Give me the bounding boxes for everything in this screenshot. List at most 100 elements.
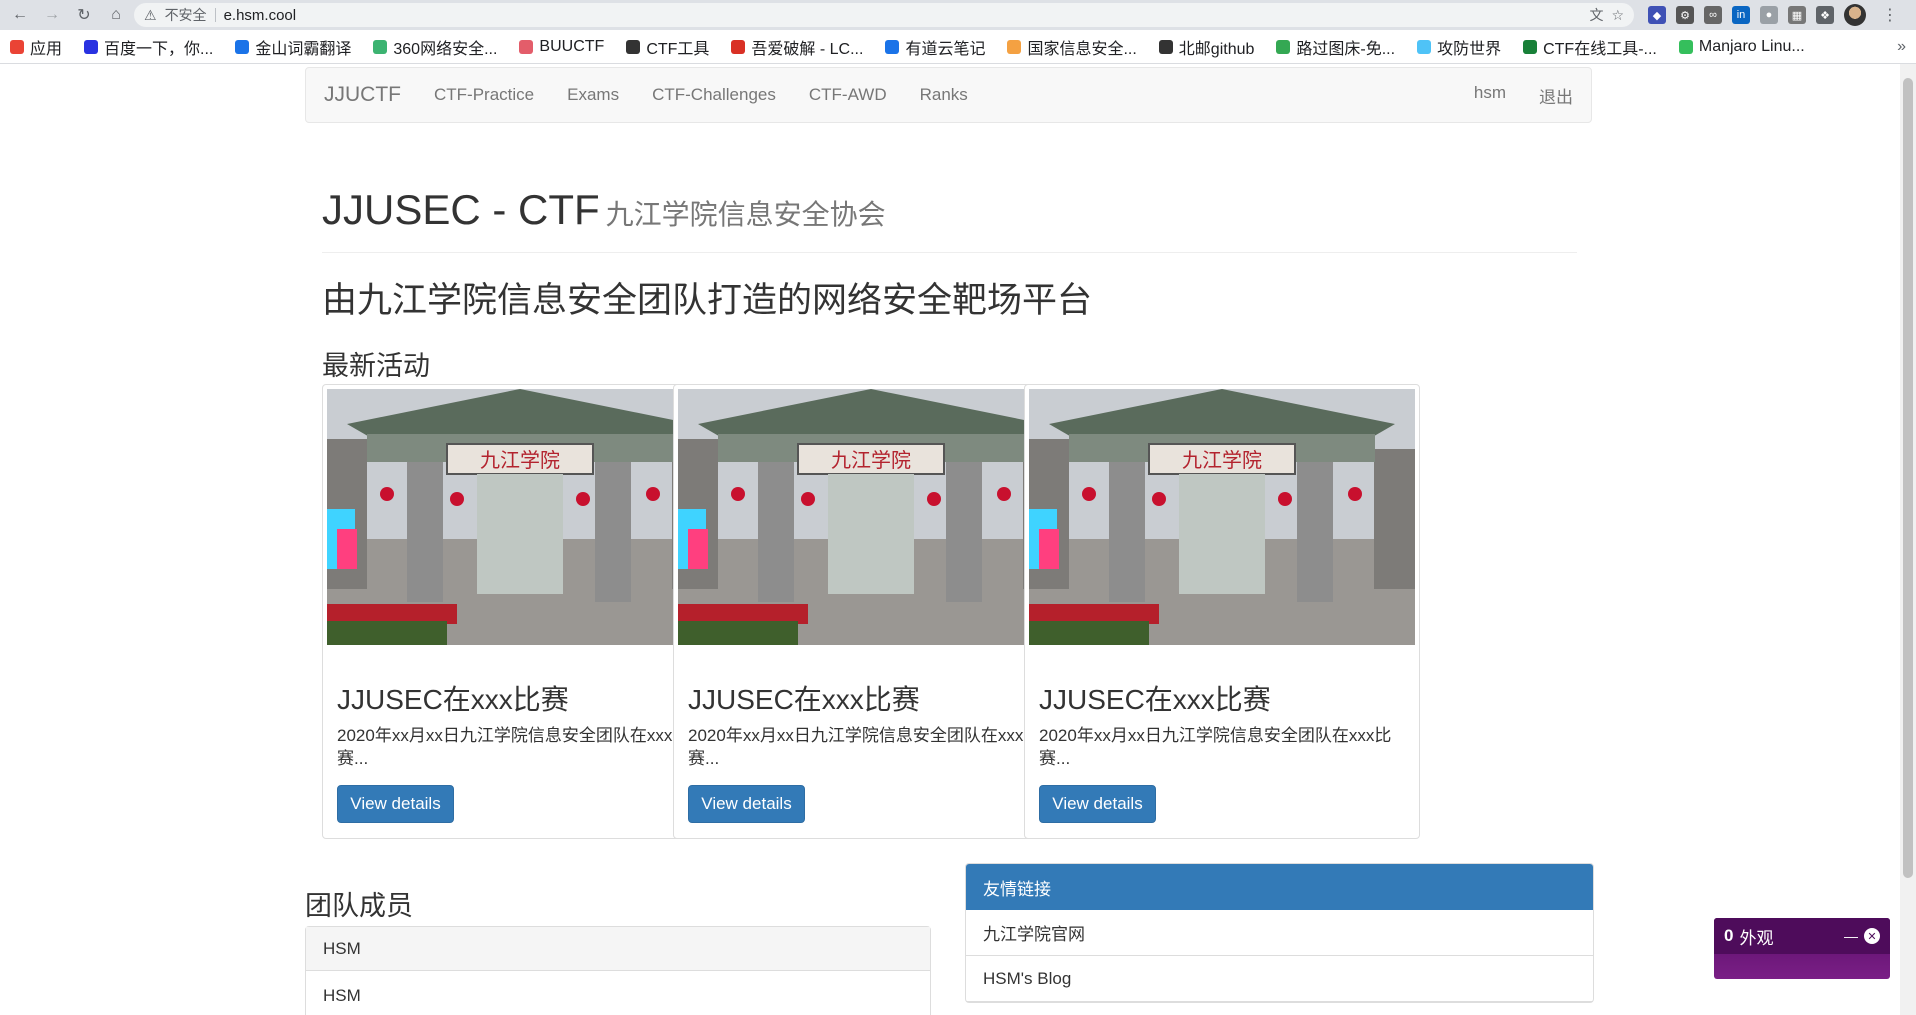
minimize-icon[interactable]: — (1844, 928, 1858, 944)
activity-card: 九江学院 JJUSEC在xxx比赛 2020年xx月xx日九江学院信息安全团队在… (673, 384, 1069, 839)
bookmark-label: BUUCTF (539, 37, 605, 55)
view-details-button[interactable]: View details (688, 785, 805, 823)
navbar-brand[interactable]: JJUCTF (324, 83, 401, 107)
linkedin-icon[interactable]: in (1732, 6, 1750, 24)
bookmark-label: 金山词霸翻译 (255, 40, 352, 58)
bookmark-label: 北邮github (1178, 40, 1255, 58)
page-viewport: JJUCTF CTF-Practice Exams CTF-Challenges… (0, 64, 1916, 1015)
bookmark-favicon-icon (235, 39, 250, 54)
back-icon[interactable]: ← (6, 3, 34, 27)
scrollbar-thumb[interactable] (1903, 78, 1913, 878)
bookmark-favicon-icon (84, 39, 99, 54)
widget-label: 外观 (1739, 928, 1774, 948)
activity-thumbnail: 九江学院 (327, 389, 713, 645)
divider (214, 8, 216, 22)
bookmark-favicon-icon (373, 39, 388, 54)
gate-sign-text: 九江学院 (480, 448, 560, 472)
scrollbar[interactable] (1900, 64, 1916, 1015)
site-subtitle: 九江学院信息安全协会 (605, 199, 886, 230)
bookmark-label: Manjaro Linu... (1698, 37, 1805, 55)
bookmark-label: 吾爱破解 - LC... (751, 40, 864, 58)
nav-link-challenges[interactable]: CTF-Challenges (652, 85, 776, 105)
nav-link-awd[interactable]: CTF-AWD (809, 85, 887, 105)
activity-description: 2020年xx月xx日九江学院信息安全团队在xxx比赛... (337, 726, 690, 768)
extension-icon[interactable]: ● (1760, 6, 1778, 24)
bookmark-favicon-icon (1158, 39, 1173, 54)
bookmark-item[interactable]: BUUCTF (519, 38, 604, 56)
nav-link-exams[interactable]: Exams (567, 85, 619, 105)
friend-links-heading: 友情链接 (966, 864, 1593, 910)
reload-icon[interactable]: ↻ (70, 3, 98, 27)
site-navbar: JJUCTF CTF-Practice Exams CTF-Challenges… (305, 67, 1592, 123)
address-bar[interactable]: ⚠ 不安全 e.hsm.cool 文 ☆ (134, 3, 1634, 27)
activity-description: 2020年xx月xx日九江学院信息安全团队在xxx比赛... (1039, 726, 1392, 768)
bookmark-item[interactable]: 360网络安全... (373, 35, 497, 59)
widget-count: 0 (1724, 926, 1734, 945)
close-icon[interactable]: ✕ (1864, 928, 1880, 944)
forward-icon[interactable]: → (38, 3, 66, 27)
puzzle-icon[interactable]: ❖ (1816, 6, 1834, 24)
section-heading-team: 团队成员 (305, 891, 413, 921)
nav-link-ranks[interactable]: Ranks (920, 85, 968, 105)
nav-link-practice[interactable]: CTF-Practice (434, 85, 534, 105)
activity-card: 九江学院 JJUSEC在xxx比赛 2020年xx月xx日九江学院信息安全团队在… (322, 384, 718, 839)
activity-thumbnail: 九江学院 (1029, 389, 1415, 645)
translate-icon[interactable]: 文 (1589, 5, 1603, 25)
bookmark-item[interactable]: 路过图床-免... (1276, 35, 1395, 59)
bookmark-item[interactable]: 攻防世界 (1417, 35, 1501, 59)
profile-avatar[interactable] (1844, 4, 1866, 26)
bookmark-item[interactable]: Manjaro Linu... (1678, 37, 1805, 56)
insecure-label: 不安全 (164, 7, 207, 23)
bookmarks-overflow-icon[interactable]: » (1897, 38, 1906, 56)
view-details-button[interactable]: View details (337, 785, 454, 823)
bookmark-item[interactable]: 百度一下，你... (84, 35, 213, 59)
bookmark-item[interactable]: 应用 (10, 35, 62, 59)
gate-sign-text: 九江学院 (831, 448, 911, 472)
activity-title: JJUSEC在xxx比赛 (337, 684, 569, 715)
bookmark-favicon-icon (1007, 39, 1022, 54)
bookmark-item[interactable]: 有道云笔记 (885, 35, 985, 59)
bookmark-item[interactable]: CTF工具 (626, 35, 709, 59)
bookmark-item[interactable]: 金山词霸翻译 (235, 35, 351, 59)
menu-icon[interactable]: ⋮ (1876, 3, 1904, 27)
site-title: JJUSEC - CTF (322, 186, 600, 233)
bookmark-label: CTF工具 (646, 40, 710, 58)
url-text[interactable]: e.hsm.cool (224, 7, 1582, 24)
page-title: JJUSEC - CTF 九江学院信息安全协会 (322, 186, 886, 234)
extension-icon[interactable]: ⚙ (1676, 6, 1694, 24)
bookmark-label: 有道云笔记 (905, 40, 986, 58)
bookmark-label: CTF在线工具-... (1543, 40, 1657, 58)
extension-icon[interactable]: ∞ (1704, 6, 1722, 24)
nav-user[interactable]: hsm (1474, 83, 1506, 108)
home-icon[interactable]: ⌂ (102, 3, 130, 27)
bookmark-item[interactable]: CTF在线工具-... (1523, 35, 1657, 59)
team-list-header: HSM (306, 927, 930, 971)
bookmark-favicon-icon (885, 39, 900, 54)
browser-toolbar: ← → ↻ ⌂ ⚠ 不安全 e.hsm.cool 文 ☆ ◆ ⚙ ∞ in ● … (0, 0, 1916, 30)
divider (322, 252, 1577, 253)
warning-icon: ⚠ (144, 6, 157, 23)
bookmark-item[interactable]: 吾爱破解 - LC... (731, 35, 863, 59)
extension-icon[interactable]: ◆ (1648, 6, 1666, 24)
extension-icon[interactable]: ▦ (1788, 6, 1806, 24)
logout-link[interactable]: 退出 (1539, 83, 1573, 108)
star-icon[interactable]: ☆ (1611, 7, 1624, 24)
bookmark-favicon-icon (626, 39, 641, 54)
appearance-widget[interactable]: 0 外观 — ✕ (1714, 918, 1890, 979)
view-details-button[interactable]: View details (1039, 785, 1156, 823)
list-item: HSM (323, 986, 361, 1005)
friend-link[interactable]: 九江学院官网 (966, 910, 1593, 956)
activity-description: 2020年xx月xx日九江学院信息安全团队在xxx比赛... (688, 726, 1041, 768)
bookmark-label: 百度一下，你... (104, 40, 214, 58)
bookmark-label: 360网络安全... (393, 40, 498, 58)
bookmark-label: 应用 (30, 40, 63, 58)
bookmark-favicon-icon (1417, 39, 1432, 54)
section-heading-activities: 最新活动 (322, 351, 430, 381)
activity-title: JJUSEC在xxx比赛 (688, 684, 920, 715)
activity-thumbnail: 九江学院 (678, 389, 1064, 645)
friend-link[interactable]: HSM's Blog (966, 956, 1593, 1002)
gate-sign-text: 九江学院 (1182, 448, 1262, 472)
bookmark-favicon-icon (1276, 39, 1291, 54)
bookmark-item[interactable]: 北邮github (1158, 35, 1255, 59)
bookmark-item[interactable]: 国家信息安全... (1007, 35, 1137, 59)
